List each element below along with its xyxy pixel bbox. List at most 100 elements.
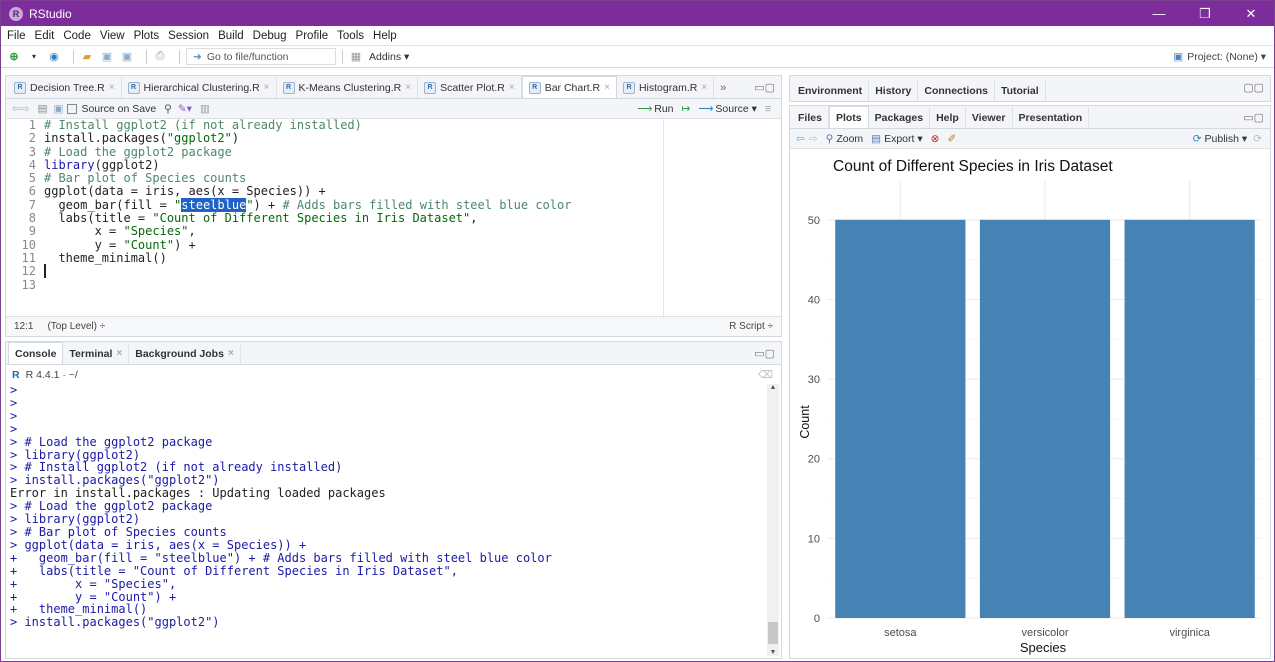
- tab-decision-tree[interactable]: R Decision Tree.R ×: [8, 77, 122, 98]
- document-outline-icon[interactable]: ▥: [200, 103, 210, 115]
- outline-icon[interactable]: ≡: [765, 103, 771, 115]
- tab-packages[interactable]: Packages: [869, 107, 931, 128]
- run-button[interactable]: Run: [654, 103, 673, 115]
- dropdown-icon[interactable]: ▾: [27, 50, 41, 64]
- menu-code[interactable]: Code: [63, 30, 91, 42]
- save-icon[interactable]: ▣: [54, 103, 64, 115]
- tab-label: Decision Tree.R: [30, 81, 105, 94]
- scope-selector[interactable]: (Top Level) ÷: [47, 321, 105, 332]
- close-tab-icon[interactable]: ×: [509, 82, 515, 93]
- source-on-save-checkbox[interactable]: [67, 103, 78, 114]
- close-button[interactable]: ✕: [1228, 1, 1274, 26]
- export-button[interactable]: Export ▾: [884, 133, 923, 145]
- print-icon[interactable]: ⎙: [153, 50, 167, 64]
- addins-menu[interactable]: Addins ▾: [369, 51, 409, 63]
- clear-all-plots-icon[interactable]: ✐: [947, 133, 956, 145]
- scroll-thumb[interactable]: [768, 622, 778, 644]
- new-file-icon[interactable]: ⊕: [7, 50, 21, 64]
- tab-label: Terminal: [69, 347, 113, 360]
- menu-build[interactable]: Build: [218, 30, 244, 42]
- tab-plots[interactable]: Plots: [828, 106, 869, 128]
- file-type-selector[interactable]: R Script ÷: [729, 321, 773, 332]
- grid-icon[interactable]: ▦: [349, 50, 363, 64]
- menu-file[interactable]: File: [7, 30, 26, 42]
- tab-viewer[interactable]: Viewer: [966, 107, 1013, 128]
- code-tools-icon[interactable]: ✎▾: [178, 103, 192, 115]
- back-arrow-icon[interactable]: ⇦: [796, 133, 805, 145]
- console-pane: Console Terminal × Background Jobs × ▭▢ R …: [5, 341, 782, 659]
- forward-arrow-icon[interactable]: ⇨: [809, 133, 818, 145]
- project-menu[interactable]: ▣ Project: (None) ▾: [1173, 46, 1266, 68]
- console-scrollbar[interactable]: ▲ ▼: [767, 384, 779, 656]
- close-tab-icon[interactable]: ×: [109, 82, 115, 93]
- cursor-position: 12:1: [14, 321, 34, 332]
- remove-plot-icon[interactable]: ⊗: [931, 133, 940, 145]
- publish-button[interactable]: Publish ▾: [1205, 133, 1248, 145]
- refresh-icon[interactable]: ⟳: [1253, 133, 1262, 145]
- save-all-icon[interactable]: ▣: [120, 50, 134, 64]
- tab-label: History: [875, 84, 912, 97]
- minimize-maximize-icon[interactable]: ▢▢: [1243, 81, 1264, 94]
- tab-environment[interactable]: Environment: [792, 80, 870, 101]
- more-tabs-icon[interactable]: »: [720, 82, 726, 94]
- scroll-down-icon[interactable]: ▼: [767, 649, 779, 656]
- scroll-up-icon[interactable]: ▲: [767, 384, 779, 391]
- tab-help[interactable]: Help: [930, 107, 966, 128]
- tab-console[interactable]: Console: [8, 342, 64, 364]
- menu-help[interactable]: Help: [373, 30, 397, 42]
- minimize-maximize-icon[interactable]: ▭▢: [1243, 111, 1264, 124]
- menu-session[interactable]: Session: [168, 30, 209, 42]
- plots-toolbar: ⇦ ⇨ ⚲ Zoom ▤ Export ▾ ⊗ ✐ ⟳ Publish ▾ ⟳: [790, 129, 1270, 149]
- tab-presentation[interactable]: Presentation: [1013, 107, 1090, 128]
- editor-toolbar: ⇦⇨ ▤ ▣ Source on Save ⚲ ✎▾ ▥ ⟶ Run ↦ ⟶ S…: [6, 99, 781, 119]
- save-icon[interactable]: ▣: [100, 50, 114, 64]
- code-editor[interactable]: # Install ggplot2 (if not already instal…: [44, 118, 781, 279]
- menu-plots[interactable]: Plots: [134, 30, 160, 42]
- close-tab-icon[interactable]: ×: [116, 348, 122, 359]
- tab-background-jobs[interactable]: Background Jobs ×: [129, 343, 241, 364]
- new-project-icon[interactable]: ◉: [47, 50, 61, 64]
- y-tick-label: 30: [808, 374, 820, 386]
- y-tick-label: 0: [814, 613, 820, 625]
- minimize-maximize-icon[interactable]: ▭▢: [754, 347, 775, 360]
- close-tab-icon[interactable]: ×: [264, 82, 270, 93]
- tab-terminal[interactable]: Terminal ×: [63, 343, 130, 364]
- r-logo-icon: R: [12, 369, 20, 381]
- plots-pane: Files Plots Packages Help Viewer Present…: [789, 105, 1271, 659]
- tab-bar-chart[interactable]: R Bar Chart.R ×: [521, 76, 617, 98]
- tab-files[interactable]: Files: [792, 107, 829, 128]
- show-in-window-icon[interactable]: ▤: [38, 103, 48, 115]
- zoom-button[interactable]: Zoom: [836, 133, 863, 145]
- open-file-icon[interactable]: ▰: [80, 50, 94, 64]
- back-icon[interactable]: ⇦⇨: [12, 103, 30, 115]
- tab-history[interactable]: History: [869, 80, 919, 101]
- rerun-icon[interactable]: ↦: [682, 103, 691, 115]
- clear-console-icon[interactable]: ⌫: [758, 369, 773, 381]
- menu-edit[interactable]: Edit: [35, 30, 55, 42]
- tab-kmeans-clustering[interactable]: R K-Means Clustering.R ×: [277, 77, 419, 98]
- restore-button[interactable]: ❐: [1182, 1, 1228, 26]
- close-tab-icon[interactable]: ×: [604, 82, 610, 93]
- goto-file-input[interactable]: ➜ Go to file/function: [186, 48, 336, 65]
- menu-profile[interactable]: Profile: [296, 30, 329, 42]
- line-number: 7: [28, 197, 36, 212]
- tab-label: Viewer: [971, 111, 1006, 124]
- menu-tools[interactable]: Tools: [337, 30, 364, 42]
- minimize-maximize-icon[interactable]: ▭▢: [754, 81, 775, 94]
- source-button[interactable]: Source ▾: [715, 103, 756, 115]
- close-tab-icon[interactable]: ×: [405, 82, 411, 93]
- tab-hierarchical-clustering[interactable]: R Hierarchical Clustering.R ×: [122, 77, 277, 98]
- menu-view[interactable]: View: [100, 30, 125, 42]
- tab-label: Hierarchical Clustering.R: [143, 81, 260, 94]
- console-output[interactable]: > > > > > # Load the ggplot2 package > l…: [10, 384, 763, 629]
- close-tab-icon[interactable]: ×: [701, 82, 707, 93]
- minimize-button[interactable]: —: [1136, 1, 1182, 26]
- editor-pane: R Decision Tree.R × R Hierarchical Clusteri…: [5, 75, 782, 337]
- tab-histogram[interactable]: R Histogram.R ×: [617, 77, 715, 98]
- close-tab-icon[interactable]: ×: [228, 348, 234, 359]
- search-icon[interactable]: ⚲: [164, 103, 172, 115]
- tab-connections[interactable]: Connections: [918, 80, 995, 101]
- tab-tutorial[interactable]: Tutorial: [995, 80, 1046, 101]
- menu-debug[interactable]: Debug: [253, 30, 287, 42]
- tab-scatter-plot[interactable]: R Scatter Plot.R ×: [418, 77, 522, 98]
